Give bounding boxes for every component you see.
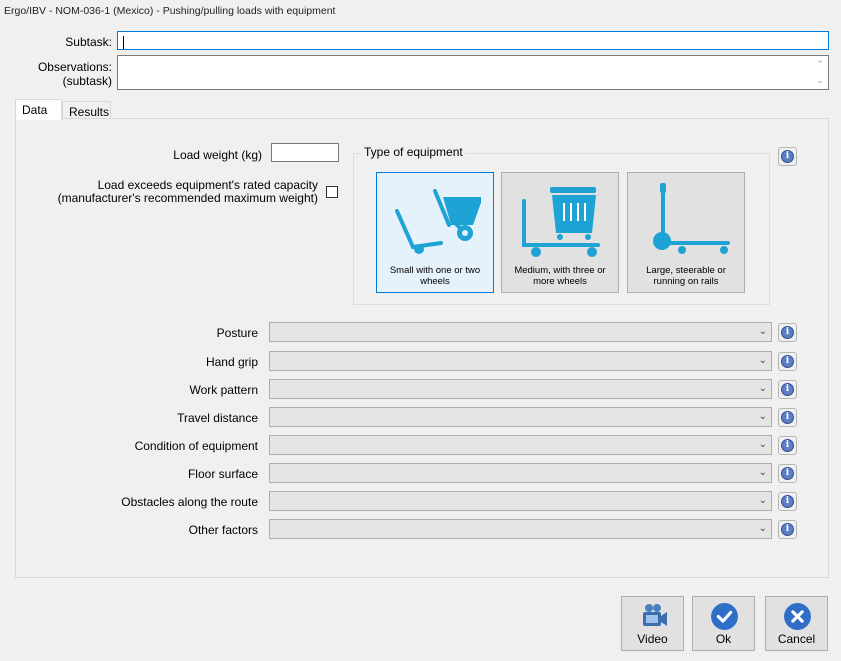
pallet-jack-icon: [653, 183, 730, 254]
text-caret: [123, 36, 124, 49]
window-title: Ergo/IBV - NOM-036-1 (Mexico) - Pushing/…: [4, 5, 336, 17]
posture-info-button[interactable]: i: [778, 323, 797, 342]
work-pattern-select[interactable]: ⌄: [269, 379, 772, 399]
equipment-option-small[interactable]: Small with one or two wheels: [376, 172, 494, 293]
other-factors-select[interactable]: ⌄: [269, 519, 772, 539]
equipment-option-small-line1: Small with one or two: [389, 265, 481, 276]
cancel-button-label: Cancel: [777, 632, 816, 646]
work-pattern-info-button[interactable]: i: [778, 380, 797, 399]
condition-info-button[interactable]: i: [778, 436, 797, 455]
tab-data[interactable]: Data: [15, 99, 62, 120]
info-icon: i: [781, 355, 794, 368]
equipment-option-large-line1: Large, steerable or: [646, 265, 726, 276]
obstacles-select[interactable]: ⌄: [269, 491, 772, 511]
equipment-option-small-label: Small with one or two wheels: [377, 265, 493, 287]
travel-distance-select[interactable]: ⌄: [269, 407, 772, 427]
condition-label: Condition of equipment: [134, 439, 258, 453]
subtask-input[interactable]: [117, 31, 829, 50]
load-weight-label: Load weight (kg): [173, 148, 262, 162]
cart-icon: [522, 187, 600, 257]
capacity-label: Load exceeds equipment's rated capacity …: [58, 179, 318, 205]
hand-grip-label: Hand grip: [205, 355, 258, 369]
equipment-option-medium-line2: more wheels: [533, 276, 587, 287]
other-factors-info-button[interactable]: i: [778, 520, 797, 539]
info-icon: i: [781, 326, 794, 339]
obstacles-info-button[interactable]: i: [778, 492, 797, 511]
condition-select[interactable]: ⌄: [269, 435, 772, 455]
checkmark-icon: [711, 603, 738, 630]
equipment-info-button[interactable]: i: [778, 147, 797, 166]
chevron-down-icon: ⌄: [758, 523, 767, 534]
chevron-down-icon: ⌄: [758, 411, 767, 422]
info-icon: i: [781, 383, 794, 396]
hand-grip-select[interactable]: ⌄: [269, 351, 772, 371]
hand-grip-info-button[interactable]: i: [778, 352, 797, 371]
travel-distance-label: Travel distance: [177, 411, 258, 425]
travel-distance-info-button[interactable]: i: [778, 408, 797, 427]
equipment-option-large-label: Large, steerable or running on rails: [628, 265, 744, 287]
chevron-down-icon: ⌄: [758, 467, 767, 478]
load-weight-input[interactable]: [271, 143, 339, 162]
equipment-option-medium-label: Medium, with three or more wheels: [502, 265, 618, 287]
equipment-option-small-line2: wheels: [420, 276, 450, 287]
observations-label-line1: Observations:: [37, 60, 112, 74]
close-icon: [784, 603, 811, 630]
observations-textarea[interactable]: ⌃ ⌄: [117, 55, 829, 90]
info-icon: i: [781, 439, 794, 452]
equipment-option-large-line2: running on rails: [653, 276, 719, 287]
capacity-label-line2: (manufacturer's recommended maximum weig…: [57, 191, 318, 205]
equipment-option-large[interactable]: Large, steerable or running on rails: [627, 172, 745, 293]
ok-button-label: Ok: [715, 632, 732, 646]
chevron-down-icon: ⌄: [758, 326, 767, 337]
floor-surface-info-button[interactable]: i: [778, 464, 797, 483]
info-icon: i: [781, 495, 794, 508]
video-camera-icon: [643, 604, 667, 626]
other-factors-label: Other factors: [188, 523, 258, 537]
wheelbarrow-icon: [395, 189, 481, 254]
floor-surface-label: Floor surface: [187, 467, 258, 481]
scroll-up-icon[interactable]: ⌃: [816, 59, 824, 70]
capacity-checkbox[interactable]: [326, 186, 338, 198]
chevron-down-icon: ⌄: [758, 439, 767, 450]
info-icon: i: [781, 411, 794, 424]
video-button[interactable]: Video: [621, 596, 684, 651]
observations-label-line2: (subtask): [62, 74, 112, 88]
equipment-option-medium[interactable]: Medium, with three or more wheels: [501, 172, 619, 293]
ok-button[interactable]: Ok: [692, 596, 755, 651]
posture-label: Posture: [216, 326, 258, 340]
equipment-group-title: Type of equipment: [362, 145, 465, 159]
obstacles-label: Obstacles along the route: [121, 495, 258, 509]
chevron-down-icon: ⌄: [758, 383, 767, 394]
info-icon: i: [781, 150, 794, 163]
equipment-option-medium-line1: Medium, with three or: [514, 265, 606, 276]
info-icon: i: [781, 467, 794, 480]
info-icon: i: [781, 523, 794, 536]
subtask-label: Subtask:: [65, 35, 112, 49]
work-pattern-label: Work pattern: [189, 383, 258, 397]
chevron-down-icon: ⌄: [758, 355, 767, 366]
floor-surface-select[interactable]: ⌄: [269, 463, 772, 483]
chevron-down-icon: ⌄: [758, 495, 767, 506]
scroll-down-icon[interactable]: ⌄: [816, 75, 824, 86]
posture-select[interactable]: ⌄: [269, 322, 772, 342]
tab-results[interactable]: Results: [62, 101, 111, 119]
cancel-button[interactable]: Cancel: [765, 596, 828, 651]
video-button-label: Video: [637, 632, 668, 646]
observations-label: Observations: (subtask): [38, 60, 112, 88]
